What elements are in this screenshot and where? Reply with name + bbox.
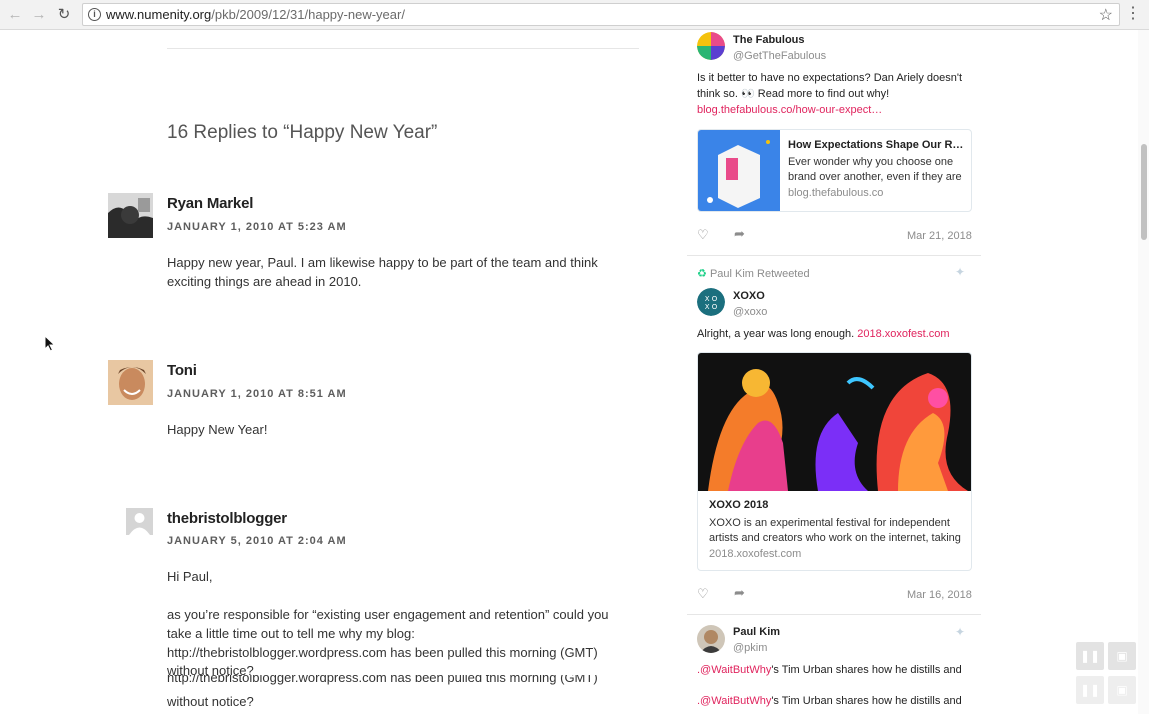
tweet-avatar[interactable]: X O X O: [697, 288, 725, 316]
share-icon[interactable]: ➦: [734, 585, 745, 601]
comment-text: Hi Paul,: [167, 569, 213, 584]
comment-author[interactable]: thebristolblogger: [167, 510, 287, 527]
address-bar[interactable]: i www.numenity.org/pkb/2009/12/31/happy-…: [82, 3, 1120, 26]
tweet-author-handle[interactable]: @pkim: [733, 642, 767, 654]
tweet-mention[interactable]: .@WaitButWhy: [697, 664, 771, 676]
comment-date[interactable]: JANUARY 1, 2010 AT 5:23 AM: [167, 221, 347, 233]
bookmark-star-icon[interactable]: ☆: [1099, 5, 1113, 25]
comment-text: Happy New Year!: [167, 422, 268, 437]
tweet-author-handle[interactable]: @xoxo: [733, 306, 767, 318]
pause-icon[interactable]: ❚❚: [1076, 642, 1104, 670]
tweet-text: Is it better to have no expectations? Da…: [697, 72, 963, 116]
svg-text:X O: X O: [705, 303, 718, 311]
card-description: XOXO is an experimental festival for ind…: [709, 517, 961, 544]
tweet-date[interactable]: Mar 16, 2018: [907, 589, 972, 601]
pause-icon[interactable]: ❚❚: [1076, 676, 1104, 704]
tweet-separator: [687, 255, 981, 256]
comment-date[interactable]: JANUARY 1, 2010 AT 8:51 AM: [167, 388, 347, 400]
tweet-avatar[interactable]: [697, 32, 725, 60]
comment-author[interactable]: Ryan Markel: [167, 195, 253, 212]
tweet-text: Alright, a year was long enough. 2018.xo…: [697, 328, 950, 340]
card-description: Ever wonder why you choose one brand ove…: [788, 156, 962, 183]
replies-title: 16 Replies to “Happy New Year”: [167, 122, 438, 143]
forward-arrow-icon[interactable]: →: [29, 5, 49, 25]
card-host[interactable]: 2018.xoxofest.com: [709, 548, 801, 560]
card-thumbnail: [698, 130, 780, 211]
card-host[interactable]: blog.thefabulous.co: [788, 187, 883, 199]
tweet-author-handle[interactable]: @GetTheFabulous: [733, 50, 826, 62]
tweet-text: .@WaitButWhy's Tim Urban shares how he d…: [697, 664, 962, 676]
tweet-link[interactable]: 2018.xoxofest.com: [857, 328, 949, 340]
picture-in-picture-icon[interactable]: ▣: [1108, 642, 1136, 670]
avatar[interactable]: [108, 360, 153, 405]
tweet-link[interactable]: blog.thefabulous.co/how-our-expect…: [697, 104, 882, 116]
tweet-author-name[interactable]: The Fabulous: [733, 34, 805, 46]
menu-dots-icon[interactable]: ⋮: [1125, 5, 1141, 23]
tweet-mention[interactable]: .@WaitButWhy: [697, 695, 771, 707]
twitter-bird-icon[interactable]: ✦: [955, 625, 965, 639]
tweet-link-card[interactable]: How Expectations Shape Our R… Ever wonde…: [697, 129, 972, 212]
svg-text:X O: X O: [705, 295, 718, 303]
url-text[interactable]: www.numenity.org/pkb/2009/12/31/happy-ne…: [106, 7, 405, 22]
tweet-link-card[interactable]: XOXO 2018 XOXO is an experimental festiv…: [697, 352, 972, 571]
like-heart-icon[interactable]: ♡: [697, 586, 709, 602]
separator: [167, 48, 639, 49]
retweet-icon: ♻: [697, 268, 707, 280]
comment-text: http://thebristolblogger.wordpress.com h…: [167, 675, 598, 685]
retweet-indicator[interactable]: ♻ Paul Kim Retweeted: [697, 267, 810, 280]
tweet-date[interactable]: Mar 21, 2018: [907, 230, 972, 242]
share-icon[interactable]: ➦: [734, 226, 745, 242]
avatar[interactable]: [126, 508, 153, 535]
twitter-bird-icon[interactable]: ✦: [955, 265, 965, 279]
card-title[interactable]: How Expectations Shape Our R…: [788, 139, 963, 151]
scrollbar-thumb[interactable]: [1141, 144, 1147, 240]
comment-text: http://thebristolblogger.wordpress.com h…: [167, 645, 598, 660]
back-arrow-icon[interactable]: ←: [5, 5, 25, 25]
twitter-timeline[interactable]: The Fabulous @GetTheFabulous Is it bette…: [687, 30, 981, 714]
comment-text: without notice?: [167, 694, 254, 709]
picture-in-picture-icon[interactable]: ▣: [1108, 676, 1136, 704]
scrollbar-track[interactable]: [1138, 30, 1149, 714]
card-title[interactable]: XOXO 2018: [709, 499, 768, 511]
avatar[interactable]: [108, 193, 153, 238]
tweet-separator: [687, 614, 981, 615]
comment-date[interactable]: JANUARY 5, 2010 AT 2:04 AM: [167, 535, 347, 547]
comment-author[interactable]: Toni: [167, 362, 197, 379]
tweet-avatar[interactable]: [697, 625, 725, 653]
card-image: [698, 353, 971, 491]
tweet-text: .@WaitButWhy's Tim Urban shares how he d…: [697, 695, 962, 707]
comment-text: as you’re responsible for “existing user…: [167, 607, 609, 641]
tweet-author-name[interactable]: Paul Kim: [733, 626, 780, 638]
mouse-cursor-icon: [44, 335, 56, 352]
like-heart-icon[interactable]: ♡: [697, 227, 709, 243]
info-icon[interactable]: i: [88, 8, 101, 21]
reload-icon[interactable]: ↻: [54, 5, 74, 25]
comment-text: Happy new year, Paul. I am likewise happ…: [167, 255, 598, 289]
browser-toolbar: ← → ↻ i www.numenity.org/pkb/2009/12/31/…: [0, 0, 1149, 30]
tweet-author-name[interactable]: XOXO: [733, 290, 765, 302]
